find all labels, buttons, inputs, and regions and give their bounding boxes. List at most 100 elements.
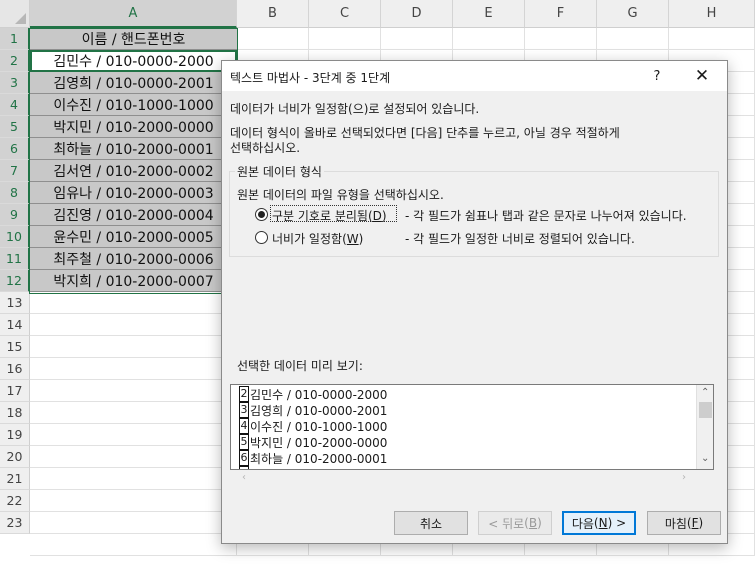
empty-cell[interactable]	[30, 380, 237, 402]
scroll-left-arrow-icon[interactable]: ‹	[242, 472, 246, 483]
preview-row: 3 김영희 / 010-0000-2001	[239, 402, 387, 418]
row-header-16[interactable]: 16	[0, 358, 30, 380]
preview-row: 4 이수진 / 010-1000-1000	[239, 418, 387, 434]
finish-button[interactable]: 마침(F)	[647, 511, 721, 535]
preview-horizontal-scrollbar[interactable]: ‹ ›	[230, 470, 696, 487]
row-header-15[interactable]: 15	[0, 336, 30, 358]
empty-cell[interactable]	[237, 28, 309, 50]
empty-cell[interactable]	[597, 28, 669, 50]
cell-a12[interactable]: 박지희 / 010-2000-0007	[30, 270, 237, 292]
cell-a5[interactable]: 박지민 / 010-2000-0000	[30, 116, 237, 138]
cell-a11[interactable]: 최주철 / 010-2000-0006	[30, 248, 237, 270]
empty-cell[interactable]	[669, 28, 755, 50]
row-header-12[interactable]: 12	[0, 270, 30, 292]
row-header-13[interactable]: 13	[0, 292, 30, 314]
row-header-19[interactable]: 19	[0, 424, 30, 446]
row-header-10[interactable]: 10	[0, 226, 30, 248]
cell-a7[interactable]: 김서연 / 010-2000-0002	[30, 160, 237, 182]
scroll-up-arrow-icon[interactable]: ⌃	[701, 387, 709, 398]
row-header-23[interactable]: 23	[0, 512, 30, 534]
empty-cell[interactable]	[30, 358, 237, 380]
row-header-20[interactable]: 20	[0, 446, 30, 468]
empty-cell[interactable]	[30, 468, 237, 490]
column-header-d[interactable]: D	[381, 0, 453, 28]
empty-cell[interactable]	[525, 28, 597, 50]
row-header-17[interactable]: 17	[0, 380, 30, 402]
preview-row-text: 김영희 / 010-0000-2001	[250, 403, 388, 418]
finish-accesskey: F	[691, 516, 699, 530]
cell-a9[interactable]: 김진영 / 010-2000-0004	[30, 204, 237, 226]
row-header-3[interactable]: 3	[0, 72, 30, 94]
empty-cell[interactable]	[30, 534, 237, 556]
cell-a10[interactable]: 윤수민 / 010-2000-0005	[30, 226, 237, 248]
preview-vertical-scrollbar[interactable]: ⌃ ⌄	[696, 385, 713, 469]
scroll-thumb[interactable]	[699, 402, 712, 418]
scroll-right-arrow-icon[interactable]: ›	[682, 472, 686, 483]
delimited-radio[interactable]	[255, 208, 268, 221]
next-button-label: 다음	[571, 516, 594, 531]
help-icon[interactable]: ?	[647, 66, 667, 86]
column-header-e[interactable]: E	[453, 0, 525, 28]
column-header-h[interactable]: H	[669, 0, 755, 28]
cell-a8[interactable]: 임유나 / 010-2000-0003	[30, 182, 237, 204]
delimited-label-text: 구분 기호로 분리됨	[272, 209, 368, 223]
row-header-21[interactable]: 21	[0, 468, 30, 490]
empty-cell[interactable]	[30, 490, 237, 512]
preview-row-text: 이수진 / 010-1000-1000	[250, 419, 388, 434]
select-all-triangle-icon	[15, 13, 26, 24]
row-header-9[interactable]: 9	[0, 204, 30, 226]
row-header-14[interactable]: 14	[0, 314, 30, 336]
row-header-7[interactable]: 7	[0, 160, 30, 182]
cell-a3[interactable]: 김영희 / 010-0000-2001	[30, 72, 237, 94]
column-header-c[interactable]: C	[309, 0, 381, 28]
empty-cell[interactable]	[30, 292, 237, 314]
delimited-label[interactable]: 구분 기호로 분리됨(D)	[272, 207, 387, 224]
empty-cell[interactable]	[309, 28, 381, 50]
back-accesskey: B	[528, 516, 538, 530]
cancel-button[interactable]: 취소	[394, 511, 468, 535]
row-header-11[interactable]: 11	[0, 248, 30, 270]
preview-row-number: 2	[239, 386, 249, 402]
back-button[interactable]: < 뒤로(B)	[478, 511, 552, 535]
row-header-4[interactable]: 4	[0, 94, 30, 116]
source-format-prompt: 원본 데이터의 파일 유형을 선택하십시오.	[237, 188, 444, 202]
scroll-down-arrow-icon[interactable]: ⌄	[701, 453, 709, 464]
preview-row: 5 박지민 / 010-2000-0000	[239, 434, 387, 450]
empty-cell[interactable]	[30, 314, 237, 336]
data-preview-box[interactable]: 2 김민수 / 010-0000-2000 3 김영희 / 010-0000-200…	[230, 384, 714, 470]
empty-cell[interactable]	[381, 28, 453, 50]
empty-cell[interactable]	[30, 446, 237, 468]
next-button[interactable]: 다음(N) >	[562, 511, 636, 535]
dialog-titlebar[interactable]: 텍스트 마법사 - 3단계 중 1단계 ? ✕	[222, 61, 727, 91]
cell-a6[interactable]: 최하늘 / 010-2000-0001	[30, 138, 237, 160]
preview-row-number: 3	[239, 402, 249, 418]
row-header-2[interactable]: 2	[0, 50, 30, 72]
empty-cell[interactable]	[453, 28, 525, 50]
fixed-width-label-text: 너비가 일정함	[272, 232, 343, 246]
next-accesskey: N	[598, 516, 608, 530]
cell-a4[interactable]: 이수진 / 010-1000-1000	[30, 94, 237, 116]
row-header-8[interactable]: 8	[0, 182, 30, 204]
row-header-1[interactable]: 1	[0, 28, 30, 50]
cell-a1-header[interactable]: 이름 / 핸드폰번호	[30, 28, 237, 50]
select-all-corner[interactable]	[0, 0, 30, 28]
fixed-width-radio[interactable]	[255, 231, 268, 244]
close-icon[interactable]: ✕	[691, 65, 713, 87]
row-header-22[interactable]: 22	[0, 490, 30, 512]
row-header-18[interactable]: 18	[0, 402, 30, 424]
row-header-6[interactable]: 6	[0, 138, 30, 160]
column-header-f[interactable]: F	[525, 0, 597, 28]
preview-row: 2 김민수 / 010-0000-2000	[239, 386, 387, 402]
empty-cell[interactable]	[30, 402, 237, 424]
column-header-a[interactable]: A	[30, 0, 237, 28]
empty-cell[interactable]	[30, 336, 237, 358]
preview-label: 선택한 데이터 미리 보기:	[237, 359, 363, 373]
text-import-wizard-dialog: 텍스트 마법사 - 3단계 중 1단계 ? ✕ 데이터가 너비가 일정함(으)로…	[221, 60, 728, 544]
empty-cell[interactable]	[30, 512, 237, 534]
column-header-g[interactable]: G	[597, 0, 669, 28]
cell-a2-active[interactable]: 김민수 / 010-0000-2000	[30, 50, 237, 72]
column-header-b[interactable]: B	[237, 0, 309, 28]
row-header-5[interactable]: 5	[0, 116, 30, 138]
fixed-width-label[interactable]: 너비가 일정함(W)	[272, 230, 363, 247]
empty-cell[interactable]	[30, 424, 237, 446]
